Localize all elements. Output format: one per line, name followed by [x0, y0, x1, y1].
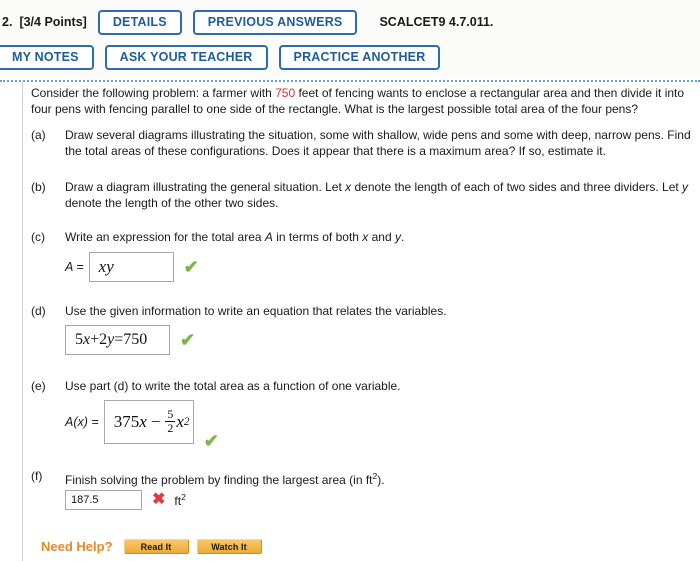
problem-text-lead: Consider the following problem: a farmer…: [31, 86, 276, 100]
part-e-frac-denominator: 2: [165, 420, 176, 435]
part-e: (e) Use part (d) to write the total area…: [31, 379, 691, 395]
part-d-var-x: x: [83, 331, 91, 348]
part-a-label: (a): [31, 128, 46, 142]
part-d-equals: =: [114, 331, 124, 348]
my-notes-button[interactable]: MY NOTES: [0, 44, 94, 70]
part-c: (c) Write an expression for the total ar…: [31, 230, 691, 246]
part-d-coeff-1: 5: [75, 331, 83, 348]
part-d-operator: +: [90, 331, 100, 348]
green-check-icon: ✔: [183, 257, 199, 277]
part-e-coeff: 375: [113, 412, 140, 431]
header-row-primary: 2. [3/4 Points] DETAILS PREVIOUS ANSWERS…: [0, 5, 493, 39]
previous-answers-button[interactable]: PREVIOUS ANSWERS: [192, 9, 358, 35]
part-e-minus: −: [150, 412, 161, 431]
part-c-answer-input[interactable]: xy: [88, 252, 174, 282]
part-a-text: Draw several diagrams illustrating the s…: [65, 128, 691, 158]
part-d-answer-input[interactable]: 5x + 2y = 750: [65, 325, 170, 355]
part-f-label: (f): [31, 469, 43, 483]
part-c-text-4: .: [400, 230, 405, 244]
part-e-answer-row: A(x) = 375 x −5 2 x 2 ✔: [65, 400, 219, 450]
part-b-var-y: y: [682, 180, 689, 194]
part-e-fraction: 52: [165, 406, 176, 435]
part-c-answer-prefix: A =: [65, 260, 84, 274]
part-b: (b) Draw a diagram illustrating the gene…: [31, 180, 691, 211]
part-b-text: Draw a diagram illustrating the general …: [65, 180, 691, 211]
green-check-icon: ✔: [180, 330, 196, 350]
part-d-coeff-2: 2: [99, 331, 108, 348]
part-e-exponent: 2: [183, 416, 190, 428]
part-e-var-x-2: x: [176, 412, 184, 431]
part-c-label: (c): [31, 230, 45, 244]
part-d-answer-row: 5x + 2y = 750 ✔: [65, 325, 195, 355]
part-e-label: (e): [31, 379, 46, 393]
part-b-text-1: Draw a diagram illustrating the general …: [65, 180, 346, 194]
part-f: (f) Finish solving the problem by findin…: [31, 469, 691, 489]
points-badge: [3/4 Points]: [19, 15, 87, 29]
part-f-answer-row: 187.5 ✖ ft2: [65, 490, 186, 510]
practice-another-button[interactable]: PRACTICE ANOTHER: [278, 44, 441, 70]
part-e-text: Use part (d) to write the total area as …: [65, 379, 401, 393]
part-b-label: (b): [31, 180, 46, 194]
part-f-answer-input[interactable]: 187.5: [65, 490, 142, 510]
question-number: 2.: [2, 15, 13, 29]
details-button[interactable]: DETAILS: [97, 9, 182, 35]
part-d: (d) Use the given information to write a…: [31, 304, 691, 320]
part-d-constant: 750: [123, 331, 148, 348]
header-row-secondary: MY NOTES ASK YOUR TEACHER PRACTICE ANOTH…: [0, 40, 441, 74]
question-header: 2. [3/4 Points] DETAILS PREVIOUS ANSWERS…: [0, 0, 700, 78]
read-it-button[interactable]: Read It: [123, 539, 189, 554]
part-c-text-2: in terms of both: [272, 230, 363, 244]
part-e-answer-input[interactable]: 375 x −5 2 x 2: [103, 400, 194, 444]
part-f-unit: ft2: [174, 492, 185, 508]
part-d-var-y: y: [107, 331, 115, 348]
part-b-text-2: denote the length of each of two sides a…: [351, 180, 683, 194]
part-c-text-1: Write an expression for the total area: [65, 230, 265, 244]
part-c-answer-row: A = xy ✔: [65, 252, 199, 282]
part-c-text: Write an expression for the total area A…: [65, 230, 691, 246]
part-c-text-3: and: [368, 230, 395, 244]
part-d-text: Use the given information to write an eq…: [65, 304, 447, 318]
part-f-text-1: Finish solving the problem by finding th…: [65, 473, 373, 487]
ask-your-teacher-button[interactable]: ASK YOUR TEACHER: [104, 44, 268, 70]
green-check-icon: ✔: [203, 431, 219, 451]
part-a: (a) Draw several diagrams illustrating t…: [31, 128, 691, 159]
question-content: Consider the following problem: a farmer…: [22, 82, 700, 561]
red-x-icon: ✖: [152, 491, 166, 508]
part-f-text: Finish solving the problem by finding th…: [65, 469, 691, 489]
need-help-label: Need Help?: [41, 539, 113, 554]
part-e-answer-prefix: A(x) =: [65, 415, 99, 429]
part-b-text-3: denote the length of the other two sides…: [65, 195, 279, 210]
part-e-frac-numerator: 5: [167, 406, 174, 421]
problem-statement: Consider the following problem: a farmer…: [31, 86, 691, 117]
part-d-label: (d): [31, 304, 46, 318]
part-e-var-x-1: x: [139, 412, 147, 431]
part-f-unit-exponent: 2: [181, 492, 186, 502]
watch-it-button[interactable]: Watch It: [196, 539, 262, 554]
need-help-section: Need Help? Read It Watch It: [41, 539, 270, 554]
part-f-text-2: ).: [377, 473, 385, 487]
part-c-var-A: A: [264, 230, 273, 244]
problem-highlighted-value: 750: [275, 86, 296, 100]
assignment-code: SCALCET9 4.7.011.: [379, 15, 494, 29]
